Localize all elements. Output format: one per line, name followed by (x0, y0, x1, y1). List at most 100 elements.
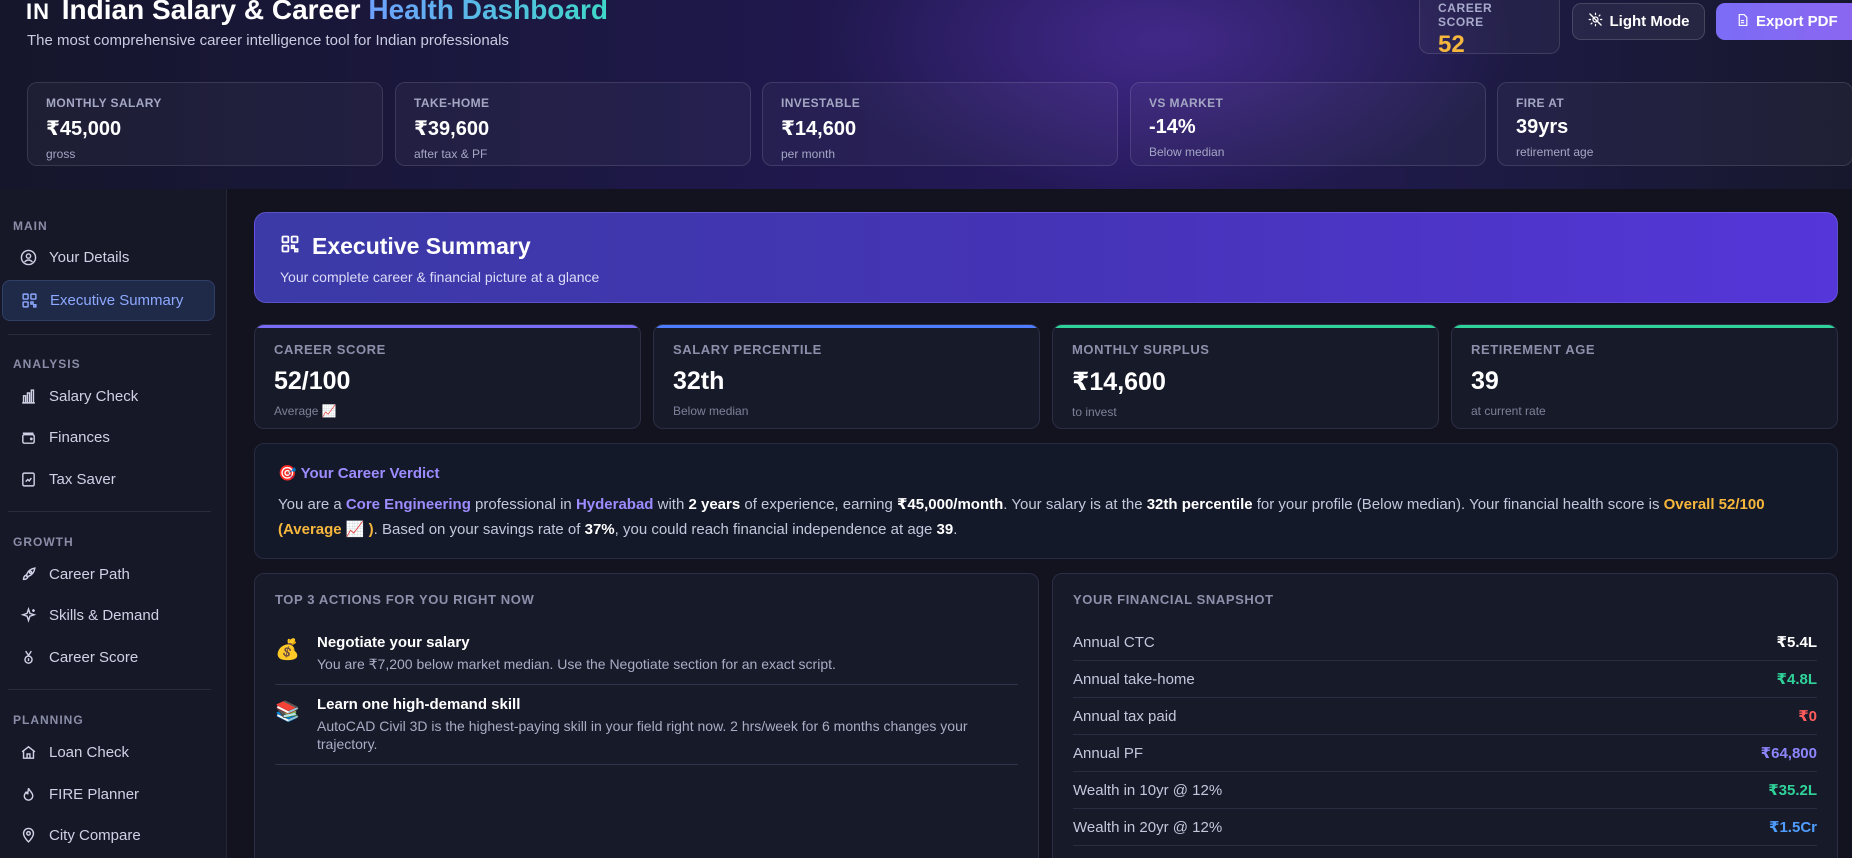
kpi-label: RETIREMENT AGE (1471, 342, 1596, 357)
financial-snapshot-panel: YOUR FINANCIAL SNAPSHOT Annual CTC ₹5.4L … (1052, 573, 1838, 858)
row-value: ₹5.4L (1776, 634, 1817, 651)
sidebar-item-skills-demand[interactable]: Skills & Demand (2, 595, 215, 636)
page-title-text: Executive Summary (312, 233, 531, 259)
sidebar-item-loan-check[interactable]: Loan Check (2, 732, 215, 773)
stat-sub: per month (781, 147, 836, 161)
sidebar-item-label: Finances (49, 429, 110, 446)
kpi-value: ₹14,600 (1072, 368, 1166, 396)
export-pdf-button[interactable]: Export PDF (1716, 3, 1852, 40)
sidebar-item-career-score[interactable]: Career Score (2, 637, 215, 678)
stat-sub: Below median (1149, 145, 1225, 159)
sidebar-item-label: Career Score (49, 649, 139, 666)
nav-divider (8, 334, 211, 335)
career-verdict-card: 🎯 Your Career Verdict You are a Core Eng… (254, 443, 1838, 559)
stat-label: MONTHLY SALARY (46, 96, 162, 110)
row-value: ₹64,800 (1760, 745, 1817, 762)
stat-sub: gross (46, 147, 76, 161)
sun-off-icon (1588, 12, 1603, 31)
action-desc: AutoCAD Civil 3D is the highest-paying s… (317, 718, 968, 752)
action-title: Learn one high-demand skill (317, 696, 521, 713)
kpi-accent-bar (654, 325, 1039, 328)
nav-section-planning: PLANNING (13, 713, 84, 727)
kpi-label: MONTHLY SURPLUS (1072, 342, 1210, 357)
kpi-sub: at current rate (1471, 404, 1546, 418)
sidebar-item-executive-summary[interactable]: Executive Summary (2, 280, 215, 321)
row-value: ₹35.2L (1768, 782, 1817, 799)
stat-card-investable: INVESTABLE ₹14,600 per month (762, 82, 1118, 166)
sidebar-item-your-details[interactable]: Your Details (2, 237, 215, 278)
nav-divider (8, 511, 211, 512)
stat-value: -14% (1149, 116, 1196, 138)
table-row: Wealth in 20yr @ 12% ₹1.5Cr (1073, 809, 1817, 846)
verdict-text: You are a Core Engineering professional … (278, 496, 1765, 538)
kpi-card-monthly-surplus: MONTHLY SURPLUS ₹14,600 to invest (1052, 324, 1439, 429)
india-flag-badge: IN (26, 0, 50, 24)
money-bag-icon: 💰 (275, 639, 300, 661)
sparkles-icon (19, 607, 37, 625)
stat-sub: after tax & PF (414, 147, 488, 161)
nav-section-main: MAIN (13, 219, 48, 233)
panel-title: YOUR FINANCIAL SNAPSHOT (1073, 592, 1274, 607)
sidebar-item-label: Career Path (49, 566, 130, 583)
kpi-value: 32th (673, 367, 725, 395)
stat-value: ₹39,600 (414, 118, 490, 140)
kpi-value: 39 (1471, 367, 1499, 395)
sidebar-item-label: Tax Saver (49, 471, 116, 488)
app-title-accent: Health Dashboard (368, 0, 608, 25)
user-icon (19, 249, 37, 267)
nav-divider (8, 689, 211, 690)
kpi-accent-bar (1053, 325, 1438, 328)
career-score-badge: CAREER SCORE 52 (1419, 0, 1560, 58)
medal-icon (19, 649, 37, 667)
kpi-label: SALARY PERCENTILE (673, 342, 822, 357)
stat-value: 39yrs (1516, 116, 1569, 138)
sidebar-item-finances[interactable]: Finances (2, 417, 215, 458)
sidebar-item-career-path[interactable]: Career Path (2, 554, 215, 595)
row-label: Annual take-home (1073, 670, 1195, 688)
kpi-label: CAREER SCORE (274, 342, 386, 357)
dashboard-icon (20, 292, 38, 310)
kpi-sub: to invest (1072, 405, 1117, 419)
rocket-icon (19, 566, 37, 584)
kpi-card-salary-percentile: SALARY PERCENTILE 32th Below median (653, 324, 1040, 429)
sidebar-item-salary-check[interactable]: Salary Check (2, 376, 215, 417)
stat-label: FIRE AT (1516, 96, 1565, 110)
row-value: ₹0 (1798, 708, 1817, 725)
sidebar-item-fire-planner[interactable]: FIRE Planner (2, 774, 215, 815)
sidebar-item-label: City Compare (49, 827, 141, 844)
top-header: IN Indian Salary & Career Health Dashboa… (0, 0, 1852, 189)
stat-card-fire-at: FIRE AT 39yrs retirement age (1497, 82, 1852, 166)
table-row: Annual CTC ₹5.4L (1073, 624, 1817, 661)
page-title: Executive Summary (280, 233, 1812, 260)
action-desc: You are ₹7,200 below market median. Use … (317, 656, 836, 672)
wallet-icon (19, 429, 37, 447)
sidebar-item-label: Executive Summary (50, 292, 184, 309)
sidebar-item-tax-saver[interactable]: Tax Saver (2, 459, 215, 500)
app-subtitle: The most comprehensive career intelligen… (27, 32, 509, 49)
dashboard-icon (280, 233, 300, 260)
light-mode-label: Light Mode (1609, 13, 1690, 30)
row-label: Wealth in 20yr @ 12% (1073, 818, 1223, 836)
light-mode-button[interactable]: Light Mode (1572, 3, 1705, 40)
sidebar: MAIN Your Details Executive Summary ANAL… (0, 189, 227, 858)
stat-value: ₹45,000 (46, 118, 122, 140)
top-actions-panel: TOP 3 ACTIONS FOR YOU RIGHT NOW 💰 Negoti… (254, 573, 1039, 858)
row-value: ₹1.5Cr (1769, 819, 1817, 836)
document-icon (1736, 13, 1749, 31)
sidebar-item-label: Your Details (49, 249, 130, 266)
flame-icon (19, 786, 37, 804)
nav-section-growth: GROWTH (13, 535, 74, 549)
row-label: Annual tax paid (1073, 707, 1177, 725)
receipt-icon (19, 471, 37, 489)
career-score-value: 52 (1438, 31, 1465, 58)
stat-sub: retirement age (1516, 145, 1594, 159)
snapshot-list: Annual CTC ₹5.4L Annual take-home ₹4.8L An… (1073, 624, 1817, 846)
nav-section-analysis: ANALYSIS (13, 357, 81, 371)
kpi-card-retirement-age: RETIREMENT AGE 39 at current rate (1451, 324, 1838, 429)
verdict-heading: 🎯 Your Career Verdict (278, 465, 440, 482)
kpi-card-career-score: CAREER SCORE 52/100 Average 📈 (254, 324, 641, 429)
row-label: Annual CTC (1073, 633, 1155, 651)
sidebar-item-city-compare[interactable]: City Compare (2, 815, 215, 856)
stat-card-take-home: TAKE-HOME ₹39,600 after tax & PF (395, 82, 751, 166)
stat-label: INVESTABLE (781, 96, 861, 110)
